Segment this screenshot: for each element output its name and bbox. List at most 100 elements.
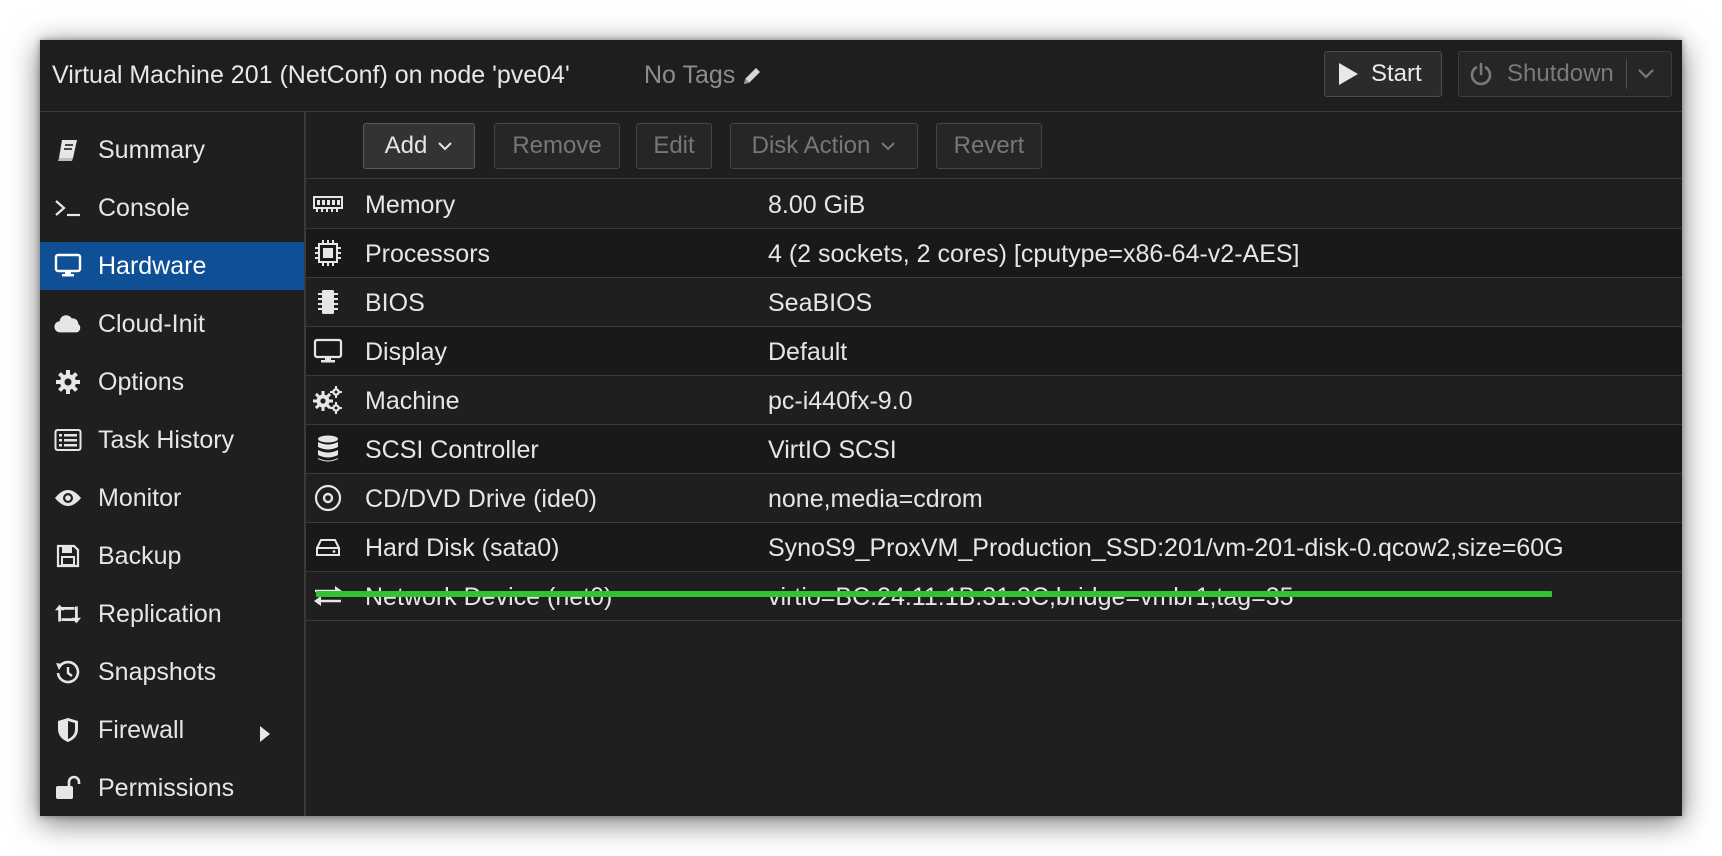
play-icon: [1339, 63, 1358, 85]
sidebar-item-label: Options: [98, 367, 185, 396]
disk-action-button[interactable]: Disk Action: [730, 123, 918, 169]
button-divider: [1625, 59, 1627, 89]
sidebar-item-monitor[interactable]: Monitor: [40, 474, 304, 522]
sidebar-item-label: Backup: [98, 541, 182, 570]
microchip-icon: [313, 288, 343, 316]
row-value: Default: [768, 338, 848, 366]
terminal-icon: [54, 194, 82, 222]
sidebar-item-label: Snapshots: [98, 657, 217, 686]
row-name: Processors: [365, 240, 491, 268]
disk-action-button-label: Disk Action: [751, 132, 871, 159]
hardware-toolbar: Add Remove Edit Disk Action Revert: [306, 112, 1682, 179]
desktop-icon: [313, 337, 343, 365]
memory-icon: [313, 190, 343, 218]
remove-button[interactable]: Remove: [494, 123, 620, 169]
sidebar-item-label: Cloud-Init: [98, 309, 205, 338]
book-icon: [54, 136, 82, 164]
revert-button-label: Revert: [953, 132, 1025, 159]
row-value: 8.00 GiB: [768, 191, 866, 219]
sidebar-item-label: Summary: [98, 135, 205, 164]
sidebar-item-summary[interactable]: Summary: [40, 126, 304, 174]
tags-editor[interactable]: No Tags: [644, 61, 763, 90]
pencil-icon[interactable]: [741, 65, 763, 87]
highlight-underline: [316, 591, 1552, 597]
desktop-icon: [54, 252, 82, 280]
edit-button[interactable]: Edit: [636, 123, 712, 169]
revert-button[interactable]: Revert: [936, 123, 1042, 169]
table-row[interactable]: Machine pc-i440fx-9.0: [306, 376, 1682, 425]
sidebar-item-label: Monitor: [98, 483, 182, 512]
eye-icon: [54, 484, 82, 512]
row-value: pc-i440fx-9.0: [768, 387, 913, 415]
row-name: CD/DVD Drive (ide0): [365, 485, 597, 513]
table-row[interactable]: Memory 8.00 GiB: [306, 180, 1682, 229]
remove-button-label: Remove: [512, 132, 602, 159]
row-value: none,media=cdrom: [768, 485, 983, 513]
sidebar-item-label: Replication: [98, 599, 222, 628]
row-name: Machine: [365, 387, 460, 415]
row-name: Network Device (net0): [365, 583, 613, 611]
row-name: Hard Disk (sata0): [365, 534, 560, 562]
sidebar-item-label: Hardware: [98, 251, 207, 280]
shield-icon: [54, 716, 82, 744]
cpu-icon: [313, 239, 343, 267]
sidebar-item-label: Console: [98, 193, 190, 222]
sidebar-item-label: Permissions: [98, 773, 235, 802]
sidebar-item-console[interactable]: Console: [40, 184, 304, 232]
row-name: Memory: [365, 191, 456, 219]
cogs-icon: [313, 386, 343, 414]
vm-window: Virtual Machine 201 (NetConf) on node 'p…: [40, 40, 1682, 816]
cloud-icon: [54, 310, 82, 338]
sidebar-item-permissions[interactable]: Permissions: [40, 764, 304, 812]
sidebar-item-hardware[interactable]: Hardware: [40, 242, 304, 290]
row-value: VirtIO SCSI: [768, 436, 897, 464]
sidebar-item-replication[interactable]: Replication: [40, 590, 304, 638]
chevron-down-icon: [437, 141, 453, 151]
power-icon: [1469, 62, 1493, 86]
table-row[interactable]: CD/DVD Drive (ide0) none,media=cdrom: [306, 474, 1682, 523]
table-row[interactable]: Hard Disk (sata0) SynoS9_ProxVM_Producti…: [306, 523, 1682, 572]
row-name: SCSI Controller: [365, 436, 539, 464]
sidebar-item-firewall[interactable]: Firewall: [40, 706, 304, 754]
tags-label: No Tags: [644, 61, 736, 89]
table-row[interactable]: BIOS SeaBIOS: [306, 278, 1682, 327]
sidebar-item-backup[interactable]: Backup: [40, 532, 304, 580]
sidebar-item-options[interactable]: Options: [40, 358, 304, 406]
disc-icon: [313, 484, 343, 512]
start-button[interactable]: Start: [1324, 51, 1442, 97]
table-row[interactable]: SCSI Controller VirtIO SCSI: [306, 425, 1682, 474]
row-name: Display: [365, 338, 447, 366]
chevron-down-icon[interactable]: [1637, 68, 1655, 80]
add-button-label: Add: [384, 132, 428, 159]
vm-title: Virtual Machine 201 (NetConf) on node 'p…: [52, 61, 570, 89]
shutdown-button-label: Shutdown: [1507, 60, 1614, 87]
row-value: SeaBIOS: [768, 289, 873, 317]
table-row[interactable]: Processors 4 (2 sockets, 2 cores) [cputy…: [306, 229, 1682, 278]
unlock-icon: [54, 774, 82, 802]
gear-icon: [54, 368, 82, 396]
vm-header: Virtual Machine 201 (NetConf) on node 'p…: [40, 40, 1682, 112]
expand-arrow-icon[interactable]: [259, 721, 271, 750]
shutdown-button[interactable]: Shutdown: [1458, 51, 1672, 97]
hdd-icon: [313, 533, 343, 561]
list-icon: [54, 426, 82, 454]
start-button-label: Start: [1371, 60, 1422, 87]
row-value: SynoS9_ProxVM_Production_SSD:201/vm-201-…: [768, 534, 1564, 562]
sidebar-item-label: Firewall: [98, 715, 185, 744]
sidebar-item-cloud-init[interactable]: Cloud-Init: [40, 300, 304, 348]
sidebar: Summary Console Hardware Cloud-Init Opti…: [40, 112, 306, 816]
hardware-panel: Add Remove Edit Disk Action Revert Memor…: [306, 112, 1682, 816]
row-value: 4 (2 sockets, 2 cores) [cputype=x86-64-v…: [768, 240, 1300, 268]
history-icon: [54, 658, 82, 686]
add-button[interactable]: Add: [363, 123, 475, 169]
table-row[interactable]: Display Default: [306, 327, 1682, 376]
retweet-icon: [54, 600, 82, 628]
chevron-down-icon: [880, 141, 896, 151]
sidebar-item-snapshots[interactable]: Snapshots: [40, 648, 304, 696]
database-icon: [313, 435, 343, 463]
row-value: virtio=BC:24:11:1B:31:3C,bridge=vmbr1,ta…: [768, 583, 1294, 611]
edit-button-label: Edit: [653, 132, 695, 159]
sidebar-item-label: Task History: [98, 425, 235, 454]
sidebar-item-task-history[interactable]: Task History: [40, 416, 304, 464]
floppy-icon: [54, 542, 82, 570]
